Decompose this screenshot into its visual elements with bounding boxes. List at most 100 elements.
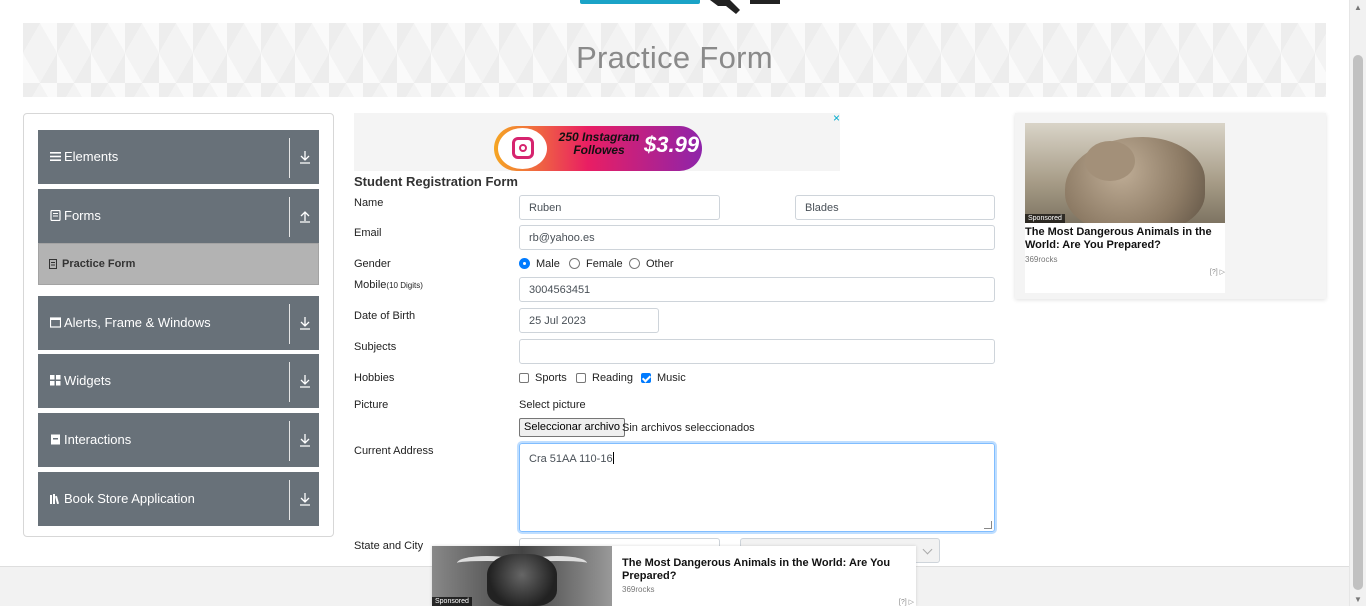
page-title: Practice Form [576, 40, 773, 75]
hippo-head [1085, 141, 1135, 181]
select-picture-label: Select picture [519, 399, 586, 411]
hobby-label: Sports [535, 372, 567, 384]
subjects-input[interactable] [519, 339, 995, 364]
ad-line-1: 250 Instagram [558, 130, 640, 144]
text-caret [612, 452, 614, 464]
radio-checked-icon[interactable] [519, 258, 530, 269]
current-address-textarea[interactable]: Cra 51AA 110-16 [519, 443, 995, 532]
sidebar: Elements Forms Practice Form Alerts, Fra… [23, 113, 334, 537]
sidebar-item-label: Practice Form [62, 258, 136, 270]
gender-option-label: Male [536, 258, 560, 270]
sidebar-group-label: Widgets [64, 373, 111, 388]
gender-option-label: Female [586, 258, 623, 270]
picture-label: Picture [354, 399, 389, 411]
books-icon [50, 494, 60, 504]
sidebar-group-alerts[interactable]: Alerts, Frame & Windows [38, 296, 319, 350]
email-label: Email [354, 227, 382, 239]
hobby-reading-option[interactable]: Reading [576, 372, 633, 384]
address-label: Current Address [354, 445, 434, 457]
instagram-ad-banner[interactable]: 250 Instagram Followes $3.99 [494, 126, 702, 171]
choose-file-button[interactable]: Seleccionar archivo [519, 418, 625, 437]
hobby-label: Reading [592, 372, 633, 384]
gender-option-label: Other [646, 258, 674, 270]
divider [289, 362, 290, 402]
grid-icon [50, 375, 61, 386]
ad-title[interactable]: The Most Dangerous Animals in the World:… [622, 557, 902, 583]
ad-price: $3.99 [644, 132, 700, 157]
sidebar-group-label: Book Store Application [64, 491, 195, 506]
ad-image[interactable]: Sponsored [432, 546, 612, 606]
file-status-text: Sin archivos seleccionados [622, 422, 755, 434]
form-icon [49, 259, 57, 269]
mobile-label-text: Mobile [354, 279, 387, 291]
mobile-input[interactable]: 3004563451 [519, 277, 995, 302]
email-input[interactable]: rb@yahoo.es [519, 225, 995, 250]
hobby-sports-option[interactable]: Sports [519, 372, 567, 384]
site-logo[interactable] [570, 0, 790, 16]
radio-unchecked-icon[interactable] [629, 258, 640, 269]
chevron-down-icon[interactable] [298, 491, 312, 507]
adchoices-icon[interactable]: [?] ▷ [1210, 268, 1225, 276]
sidebar-group-book-store[interactable]: Book Store Application [38, 472, 319, 526]
sidebar-group-interactions[interactable]: Interactions [38, 413, 319, 467]
checkbox-unchecked-icon[interactable] [576, 373, 586, 383]
sidebar-group-label: Elements [64, 149, 119, 164]
chevron-down-icon[interactable] [298, 315, 312, 331]
gender-other-option[interactable]: Other [629, 258, 674, 270]
instagram-icon [498, 128, 547, 169]
ad-image[interactable]: Sponsored [1025, 123, 1225, 223]
gender-label: Gender [354, 258, 391, 270]
bottom-ad[interactable]: Sponsored The Most Dangerous Animals in … [432, 546, 916, 606]
hippo-image [1065, 137, 1205, 223]
scrollbar-thumb[interactable] [1353, 55, 1363, 590]
gender-female-option[interactable]: Female [569, 258, 623, 270]
chevron-down-icon[interactable] [298, 149, 312, 165]
sponsored-badge: Sponsored [1025, 214, 1065, 223]
checkbox-checked-icon[interactable] [641, 373, 651, 383]
hobbies-label: Hobbies [354, 372, 395, 384]
scroll-down-arrow-icon[interactable]: ▼ [1354, 595, 1362, 604]
scroll-up-arrow-icon[interactable]: ▲ [1354, 3, 1362, 12]
sidebar-group-label: Forms [64, 208, 101, 223]
tools-logo-icon [710, 0, 780, 14]
sidebar-group-label: Interactions [64, 432, 132, 447]
sidebar-item-practice-form[interactable]: Practice Form [38, 243, 319, 285]
divider [289, 421, 290, 461]
radio-unchecked-icon[interactable] [569, 258, 580, 269]
ad-title[interactable]: The Most Dangerous Animals in the World:… [1025, 226, 1225, 252]
checkbox-unchecked-icon[interactable] [519, 373, 529, 383]
form-title: Student Registration Form [354, 174, 518, 189]
top-ad[interactable]: × 250 Instagram Followes $3.99 [354, 112, 840, 171]
first-name-input[interactable]: Ruben [519, 195, 720, 220]
adchoices-icon[interactable]: [?] ▷ [899, 598, 914, 606]
address-text: Cra 51AA 110-16 [529, 453, 613, 465]
divider [289, 138, 290, 178]
sidebar-group-forms[interactable]: Forms [38, 189, 319, 243]
ad-source: 369rocks [622, 585, 655, 594]
ad-text: 250 Instagram Followes [554, 131, 644, 157]
sidebar-group-widgets[interactable]: Widgets [38, 354, 319, 408]
chevron-up-icon[interactable] [298, 208, 312, 224]
dob-input[interactable]: 25 Jul 2023 [519, 308, 659, 333]
sidebar-group-label: Alerts, Frame & Windows [64, 315, 211, 330]
close-icon[interactable]: × [833, 112, 840, 124]
right-ad[interactable]: Sponsored The Most Dangerous Animals in … [1015, 113, 1326, 299]
last-name-input[interactable]: Blades [795, 195, 995, 220]
gender-male-option[interactable]: Male [519, 258, 560, 270]
interaction-icon [51, 434, 60, 445]
menu-icon [50, 152, 61, 161]
name-label: Name [354, 197, 384, 209]
form-icon [50, 210, 61, 221]
page-banner: Practice Form [23, 23, 1326, 97]
subjects-label: Subjects [354, 341, 397, 353]
chevron-down-icon[interactable] [298, 373, 312, 389]
ad-card[interactable]: Sponsored The Most Dangerous Animals in … [1025, 123, 1225, 293]
chevron-down-icon[interactable] [298, 432, 312, 448]
instagram-icon-lens [519, 144, 527, 152]
vertical-scrollbar[interactable]: ▲ ▼ [1349, 0, 1366, 606]
hobby-music-option[interactable]: Music [641, 372, 686, 384]
sidebar-group-elements[interactable]: Elements [38, 130, 319, 184]
sponsored-badge: Sponsored [432, 597, 472, 606]
resize-handle-icon[interactable] [984, 521, 992, 529]
buffalo-image [487, 554, 557, 606]
